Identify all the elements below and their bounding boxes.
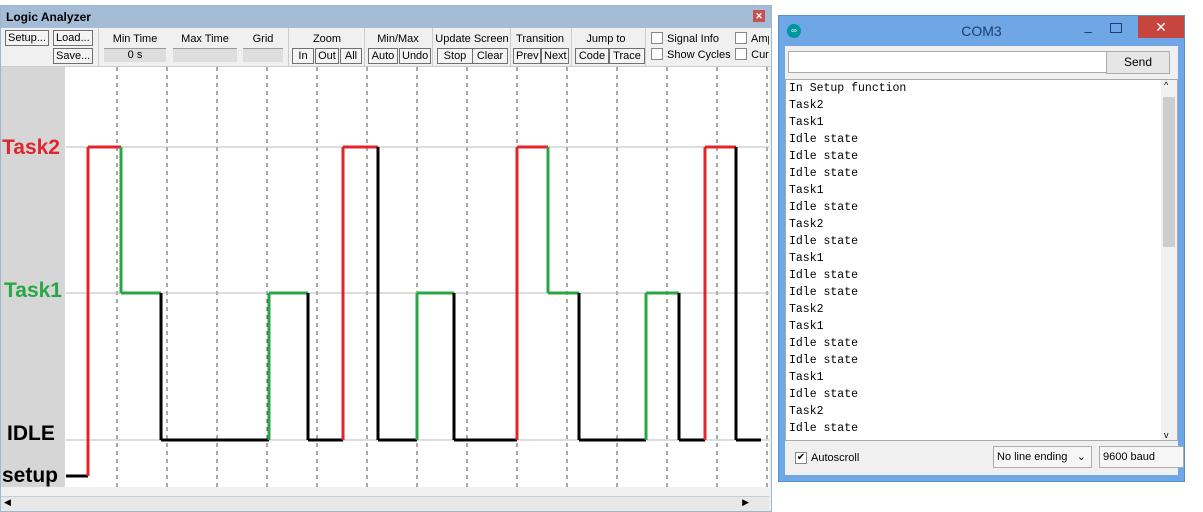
logic-analyzer-titlebar: Logic Analyzer ✕ (1, 6, 771, 28)
serial-line: Task1 (789, 320, 824, 333)
amp-label: Amp (751, 33, 769, 45)
scroll-down-icon[interactable]: v (1164, 430, 1169, 440)
jump-trace-button[interactable]: Trace (609, 48, 645, 64)
max-time-label: Max Time (181, 33, 229, 45)
undo-button[interactable]: Undo (399, 48, 431, 64)
min-time-value: 0 s (104, 48, 166, 62)
level-label-idle: IDLE (7, 422, 55, 445)
clear-button[interactable]: Clear (472, 48, 508, 64)
logic-analyzer-window: Logic Analyzer ✕ Setup... Load... Save...… (0, 5, 772, 512)
update-screen-label: Update Screen (435, 33, 509, 45)
serial-line: Idle state (789, 201, 859, 214)
load-button[interactable]: Load... (53, 30, 93, 46)
serial-line: Idle state (789, 354, 859, 367)
baud-select[interactable]: 9600 baud (1099, 446, 1184, 468)
close-icon[interactable]: ✕ (1138, 16, 1184, 38)
zoom-all-button[interactable]: All (340, 48, 362, 64)
serial-line: Task1 (789, 184, 824, 197)
serial-output: In Setup function Task2 Task1 Idle state Idl… (785, 79, 1178, 441)
chevron-down-icon: ⌄ (1076, 451, 1086, 463)
level-label-setup: setup (2, 464, 58, 487)
level-label-task2: Task2 (2, 136, 60, 159)
signal-info-label: Signal Info (667, 33, 719, 45)
cur-checkbox[interactable] (735, 48, 747, 60)
serial-line: Task2 (789, 218, 824, 231)
toolbar: Setup... Load... Save... Min Time 0 s Ma… (1, 28, 771, 67)
zoom-label: Zoom (312, 33, 342, 45)
prev-button[interactable]: Prev (513, 48, 541, 64)
window-title: Logic Analyzer (6, 10, 91, 24)
transition-label: Transition (516, 33, 564, 45)
stop-button[interactable]: Stop (437, 48, 473, 64)
level-label-task1: Task1 (4, 279, 62, 302)
autoscroll-label: Autoscroll (811, 452, 860, 464)
jump-to-label: Jump to (586, 33, 626, 45)
serial-line: Task1 (789, 116, 824, 129)
serial-line: Idle state (789, 422, 859, 435)
scrollbar-thumb[interactable] (1163, 97, 1175, 247)
max-time-value (173, 48, 237, 62)
serial-line: Task2 (789, 303, 824, 316)
auto-button[interactable]: Auto (368, 48, 398, 64)
amp-checkbox[interactable] (735, 32, 747, 44)
minimize-icon[interactable]: – (1084, 16, 1092, 46)
serial-line: Task1 (789, 371, 824, 384)
window-title: COM3 (961, 23, 1002, 39)
zoom-out-button[interactable]: Out (315, 48, 339, 64)
setup-button[interactable]: Setup... (5, 30, 49, 46)
serial-line: Idle state (789, 269, 859, 282)
serial-line: Idle state (789, 150, 859, 163)
scroll-right-icon[interactable]: ▶ (742, 497, 749, 508)
save-button[interactable]: Save... (53, 48, 94, 64)
vertical-scrollbar[interactable]: ^ v (1161, 80, 1177, 440)
cur-label: Cur (751, 49, 769, 61)
show-cycles-checkbox[interactable] (651, 48, 663, 60)
waveform-plot[interactable]: Task2 Task1 IDLE setup (1, 67, 769, 487)
serial-line: Idle state (789, 388, 859, 401)
horizontal-scrollbar[interactable]: ◀ ▶ (1, 496, 769, 511)
serial-line: Idle state (789, 337, 859, 350)
serial-input[interactable] (788, 51, 1108, 73)
signal-info-checkbox[interactable] (651, 32, 663, 44)
serial-line: Idle state (789, 286, 859, 299)
next-button[interactable]: Next (541, 48, 569, 64)
serial-line: Idle state (789, 167, 859, 180)
scroll-left-icon[interactable]: ◀ (4, 497, 11, 508)
scroll-up-icon[interactable]: ^ (1164, 80, 1168, 90)
serial-monitor-titlebar: ∞ COM3 – ✕ (779, 16, 1184, 46)
min-time-label: Min Time (112, 33, 158, 45)
grid-label: Grid (252, 33, 274, 45)
maximize-icon[interactable] (1110, 23, 1122, 33)
minmax-label: Min/Max (377, 33, 419, 45)
zoom-in-button[interactable]: In (292, 48, 314, 64)
serial-line: Task2 (789, 405, 824, 418)
serial-line: Task1 (789, 252, 824, 265)
autoscroll-checkbox[interactable]: ✔ (795, 452, 807, 464)
close-icon[interactable]: ✕ (753, 10, 765, 22)
show-cycles-label: Show Cycles (667, 49, 731, 61)
serial-line: In Setup function (789, 82, 907, 95)
grid-value (243, 48, 283, 62)
serial-line: Idle state (789, 235, 859, 248)
send-button[interactable]: Send (1106, 51, 1170, 74)
serial-monitor-window: ∞ COM3 – ✕ Send In Setup function Task2 Ta… (778, 15, 1185, 482)
serial-line: Idle state (789, 133, 859, 146)
jump-code-button[interactable]: Code (575, 48, 609, 64)
arduino-icon: ∞ (787, 24, 801, 38)
line-ending-value: No line ending (997, 451, 1068, 463)
baud-value: 9600 baud (1103, 451, 1155, 463)
line-ending-select[interactable]: No line ending ⌄ (993, 446, 1092, 468)
serial-line: Task2 (789, 99, 824, 112)
